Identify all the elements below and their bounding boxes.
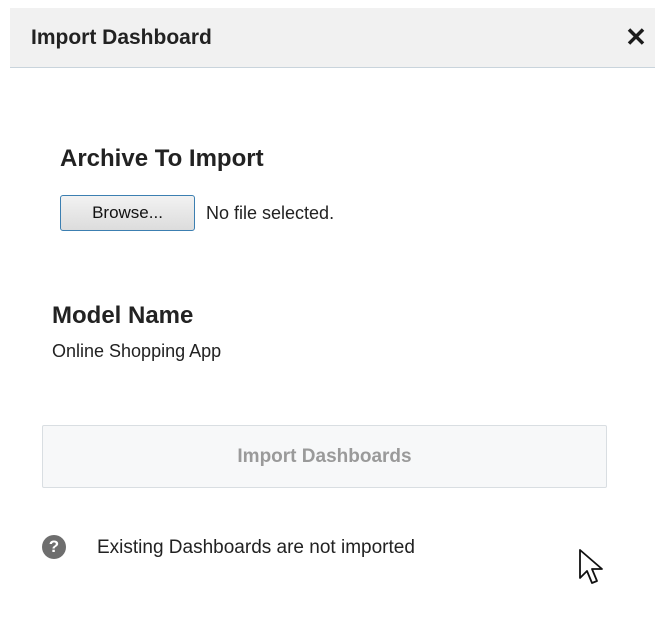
mouse-pointer-icon (579, 549, 603, 584)
model-name-heading: Model Name (52, 302, 194, 329)
import-dashboard-dialog: Import Dashboard ✕ Archive To Import Bro… (0, 0, 655, 626)
model-name-value: Online Shopping App (52, 341, 222, 361)
file-status-text: No file selected. (206, 203, 335, 223)
dialog-header: Import Dashboard ✕ (10, 8, 655, 68)
close-icon[interactable]: ✕ (621, 22, 651, 52)
import-dashboards-button[interactable]: Import Dashboards (42, 425, 607, 488)
question-circle-icon[interactable]: ? (42, 535, 66, 559)
archive-heading: Archive To Import (60, 145, 264, 172)
browse-button[interactable]: Browse... (60, 195, 195, 231)
help-text: Existing Dashboards are not imported (97, 537, 415, 558)
dialog-title: Import Dashboard (31, 26, 212, 49)
